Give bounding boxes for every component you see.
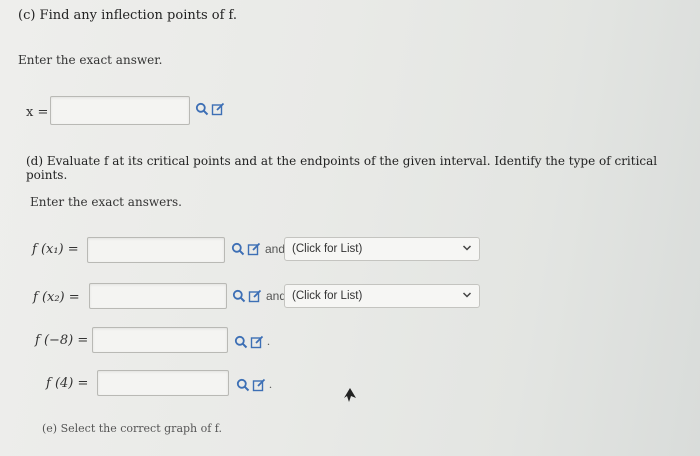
part-d-title: (d) Evaluate f at its critical points an… <box>26 154 658 182</box>
edit-icon[interactable] <box>211 102 225 116</box>
chevron-down-icon <box>462 245 472 251</box>
f-neg8-input[interactable] <box>92 327 228 353</box>
cursor-icon <box>344 388 356 402</box>
f-x2-type-select[interactable]: (Click for List) <box>284 284 480 308</box>
search-icon[interactable] <box>236 378 250 392</box>
f-x2-label: f (x₂) = <box>33 290 80 305</box>
f-neg8-label: f (−8) = <box>35 333 89 348</box>
select-value: (Click for List) <box>292 290 363 302</box>
inflection-tools <box>195 102 225 116</box>
edit-icon[interactable] <box>247 242 261 256</box>
part-c-instruction: Enter the exact answer. <box>18 53 163 67</box>
part-c-title: (c) Find any inflection points of f. <box>18 8 238 23</box>
f-4-tools: . <box>236 377 272 392</box>
edit-icon[interactable] <box>250 335 264 349</box>
period-text: . <box>269 377 272 391</box>
f-x1-tools: and <box>231 242 285 256</box>
search-icon[interactable] <box>232 289 246 303</box>
f-x1-label: f (x₁) = <box>32 242 79 257</box>
f-x1-type-select[interactable]: (Click for List) <box>284 237 480 261</box>
search-icon[interactable] <box>234 335 248 349</box>
search-icon[interactable] <box>195 102 209 116</box>
and-text: and <box>265 242 286 256</box>
edit-icon[interactable] <box>248 289 262 303</box>
search-icon[interactable] <box>231 242 245 256</box>
f-4-input[interactable] <box>97 370 229 396</box>
select-value: (Click for List) <box>292 243 363 255</box>
period-text: . <box>267 334 270 348</box>
f-4-label: f (4) = <box>46 376 89 391</box>
part-d-instruction: Enter the exact answers. <box>30 195 182 209</box>
f-neg8-tools: . <box>234 334 270 349</box>
edit-icon[interactable] <box>252 378 266 392</box>
inflection-answer-input[interactable] <box>50 96 190 125</box>
f-x1-input[interactable] <box>87 237 225 263</box>
f-x2-input[interactable] <box>89 283 227 309</box>
part-e-title: (e) Select the correct graph of f. <box>42 422 222 435</box>
f-x2-tools: and <box>232 289 286 303</box>
chevron-down-icon <box>462 292 472 298</box>
x-label: x = <box>26 105 49 120</box>
